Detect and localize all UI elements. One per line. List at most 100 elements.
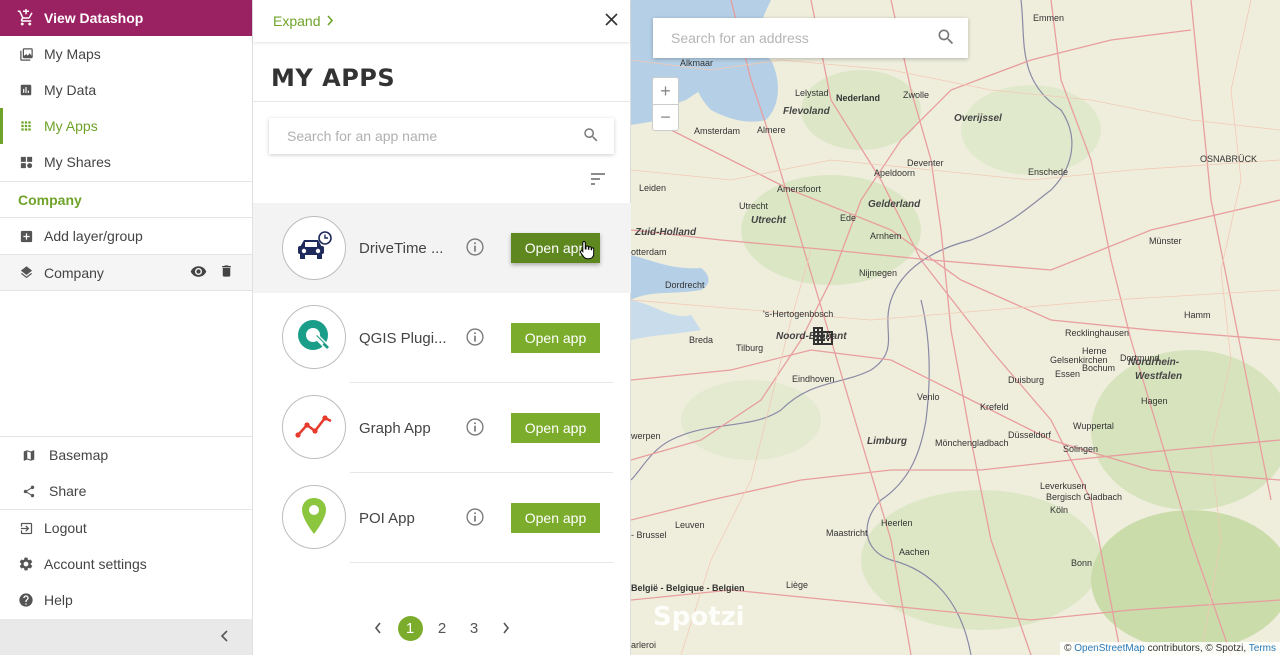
map-background <box>631 0 1280 655</box>
sidebar-item-label: My Data <box>44 82 97 98</box>
cart-icon <box>17 9 35 27</box>
map-label: Zuid-Holland <box>635 227 697 238</box>
map-label: Düsseldorf <box>1008 430 1052 440</box>
page-3-button[interactable]: 3 <box>458 615 490 641</box>
map-label: Bochum <box>1082 363 1116 373</box>
next-page-button[interactable] <box>490 615 522 641</box>
layer-item-company[interactable]: Company <box>0 254 252 291</box>
map-label: Utrecht <box>739 201 769 211</box>
page-2-button[interactable]: 2 <box>426 615 458 641</box>
map-label: Amsterdam <box>694 126 741 136</box>
car-clock-icon <box>294 229 334 268</box>
view-datashop-button[interactable]: View Datashop <box>0 0 252 36</box>
map-label: Dordrecht <box>665 280 705 290</box>
map-label: Utrecht <box>751 215 787 226</box>
map-label: 's-Hertogenbosch <box>763 309 834 319</box>
help-icon <box>18 592 34 608</box>
app-logo <box>282 305 346 369</box>
layers-icon <box>18 265 34 281</box>
page-1-button[interactable]: 1 <box>394 615 426 641</box>
map-view[interactable]: Emmen Alkmaar Lelystad Nederland Zwolle … <box>631 0 1280 655</box>
add-layer-button[interactable]: Add layer/group <box>0 218 252 254</box>
page-title: MY APPS <box>271 64 396 92</box>
map-label: Nijmegen <box>859 268 898 278</box>
pagination: 1 2 3 <box>253 615 631 641</box>
close-icon[interactable] <box>605 13 618 29</box>
map-label: Lelystad <box>795 88 829 98</box>
map-label: Leuven <box>675 520 705 530</box>
sidebar-item-my-apps[interactable]: My Apps <box>0 108 252 144</box>
share-icon <box>21 483 37 499</box>
sidebar-item-help[interactable]: Help <box>0 582 252 618</box>
sidebar-item-logout[interactable]: Logout <box>0 510 252 546</box>
sort-icon[interactable] <box>590 172 606 189</box>
search-icon[interactable] <box>936 27 956 50</box>
info-icon[interactable] <box>465 507 485 530</box>
expand-button[interactable]: Expand <box>273 13 334 29</box>
zoom-in-button[interactable]: + <box>653 78 678 104</box>
sidebar-item-share[interactable]: Share <box>0 473 252 509</box>
terms-link[interactable]: Terms <box>1249 643 1276 654</box>
eye-icon[interactable] <box>190 263 207 283</box>
app-name: Graph App <box>359 419 431 437</box>
map-label: Mönchengladbach <box>935 438 1009 448</box>
map-label: Recklinghausen <box>1065 328 1130 338</box>
grid-icon <box>18 118 34 134</box>
collapse-sidebar-button[interactable] <box>0 619 252 655</box>
map-label: Köln <box>1050 505 1069 515</box>
app-search-input[interactable] <box>287 128 582 144</box>
open-app-button[interactable]: Open app <box>511 323 600 353</box>
info-icon[interactable] <box>465 327 485 350</box>
shares-icon <box>18 154 34 170</box>
map-label: Breda <box>689 335 714 345</box>
sidebar-item-label: Account settings <box>44 556 147 572</box>
graph-icon <box>294 411 334 444</box>
trash-icon[interactable] <box>219 263 234 283</box>
map-label: Eindhoven <box>792 374 835 384</box>
osm-link[interactable]: OpenStreetMap <box>1074 643 1145 654</box>
map-label: Almere <box>757 125 786 135</box>
sidebar-item-my-maps[interactable]: My Maps <box>0 36 252 72</box>
map-label: Zwolle <box>903 90 930 100</box>
map-label: OSNABRÜCK <box>1200 154 1258 164</box>
map-label: Hagen <box>1141 396 1168 406</box>
address-search-box <box>653 18 968 58</box>
sidebar-item-basemap[interactable]: Basemap <box>0 437 252 473</box>
sidebar-item-label: My Apps <box>44 118 98 134</box>
app-row-drivetime: DriveTime ... Open app <box>253 203 631 293</box>
map-label: werpen <box>631 431 661 441</box>
map-label: Nordrhein- <box>1128 357 1180 368</box>
sidebar-item-my-shares[interactable]: My Shares <box>0 144 252 180</box>
map-attribution: © OpenStreetMap contributors, © Spotzi, … <box>1060 642 1280 655</box>
layer-label: Company <box>44 264 104 281</box>
chevron-left-icon <box>220 629 230 645</box>
map-label: Bergisch Gladbach <box>1046 492 1123 502</box>
map-label: Apeldoorn <box>874 168 916 178</box>
sidebar-item-my-data[interactable]: My Data <box>0 72 252 108</box>
map-label: arleroi <box>631 640 657 650</box>
gear-icon <box>18 556 34 572</box>
map-label: Enschede <box>1028 167 1069 177</box>
map-label: Leverkusen <box>1040 481 1087 491</box>
map-label: Bonn <box>1071 558 1093 568</box>
info-icon[interactable] <box>465 237 485 260</box>
sidebar-item-label: Logout <box>44 520 87 536</box>
page-number: 1 <box>397 615 423 641</box>
map-label: Flevoland <box>783 106 830 117</box>
prev-page-button[interactable] <box>362 615 394 641</box>
map-label: Solingen <box>1063 444 1099 454</box>
panel-header: Expand <box>253 0 630 42</box>
app-search-box <box>269 118 614 154</box>
address-search-input[interactable] <box>671 30 936 46</box>
info-icon[interactable] <box>465 417 485 440</box>
search-icon[interactable] <box>582 126 600 147</box>
open-app-button[interactable]: Open app <box>511 413 600 443</box>
app-row-graph: Graph App Open app <box>253 383 631 473</box>
spotzi-watermark: Spotzi <box>653 602 745 632</box>
sidebar-item-label: My Shares <box>44 154 111 170</box>
building-marker-icon[interactable] <box>811 324 835 351</box>
open-app-button[interactable]: Open app <box>511 503 600 533</box>
sidebar-item-account-settings[interactable]: Account settings <box>0 546 252 582</box>
zoom-out-button[interactable]: − <box>653 104 678 130</box>
hand-cursor-icon <box>579 240 595 263</box>
